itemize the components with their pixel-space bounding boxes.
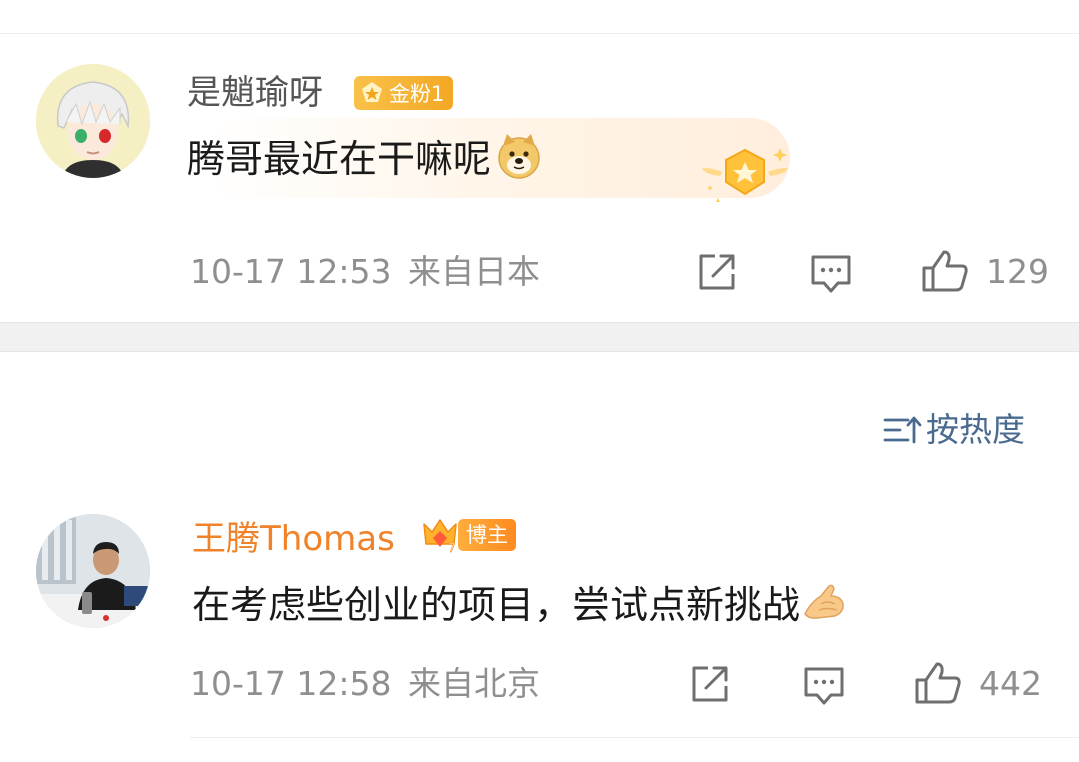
comment-meta: 10-17 12:58 来自北京 xyxy=(190,664,540,704)
comment-text-content: 在考虑些创业的项目，尝试点新挑战 xyxy=(192,583,801,627)
blogger-badge-label: 博主 xyxy=(458,519,516,551)
comment-text: 腾哥最近在干嘛呢 xyxy=(187,132,545,182)
timestamp: 10-17 12:58 xyxy=(190,664,392,703)
username[interactable]: 是魈瑜呀 xyxy=(187,73,323,113)
comment-text: 在考虑些创业的项目，尝试点新挑战 xyxy=(192,580,847,628)
pinched-hand-emoji-icon xyxy=(804,584,844,619)
sort-icon xyxy=(883,416,922,444)
like-icon[interactable] xyxy=(913,660,963,706)
sort-label: 按热度 xyxy=(926,410,1025,449)
section-separator xyxy=(0,322,1079,352)
comment-meta: 10-17 12:53 来自日本 xyxy=(190,252,540,292)
bottom-divider xyxy=(190,737,1079,738)
comment-text-content: 腾哥最近在干嘛呢 xyxy=(187,137,492,181)
anime-avatar-icon xyxy=(36,64,150,178)
person-photo-avatar-icon xyxy=(36,514,150,628)
timestamp: 10-17 12:53 xyxy=(190,252,392,291)
like-count: 129 xyxy=(986,252,1049,291)
like-count: 442 xyxy=(979,664,1042,703)
fan-badge[interactable]: 金粉1 xyxy=(354,76,453,110)
avatar[interactable] xyxy=(36,514,150,628)
username[interactable]: 王腾Thomas xyxy=(192,519,395,559)
fan-level-decoration-icon xyxy=(702,148,788,202)
comment-icon[interactable] xyxy=(801,664,847,708)
share-icon[interactable] xyxy=(695,250,739,294)
fan-badge-label: 金粉1 xyxy=(389,82,445,106)
sort-by-hot-button[interactable]: 按热度 xyxy=(882,410,1025,450)
fan-level-star-icon xyxy=(362,82,382,102)
share-icon[interactable] xyxy=(688,662,732,706)
blogger-badge[interactable]: 7 博主 xyxy=(420,518,520,554)
comment-icon[interactable] xyxy=(808,252,854,296)
crown-icon: 7 xyxy=(423,519,457,554)
like-icon[interactable] xyxy=(920,248,970,294)
location: 来自日本 xyxy=(407,252,540,291)
avatar[interactable] xyxy=(36,64,150,178)
doge-emoji-icon xyxy=(498,134,540,179)
top-divider xyxy=(0,33,1079,34)
svg-text:7: 7 xyxy=(448,541,456,554)
location: 来自北京 xyxy=(407,664,540,703)
